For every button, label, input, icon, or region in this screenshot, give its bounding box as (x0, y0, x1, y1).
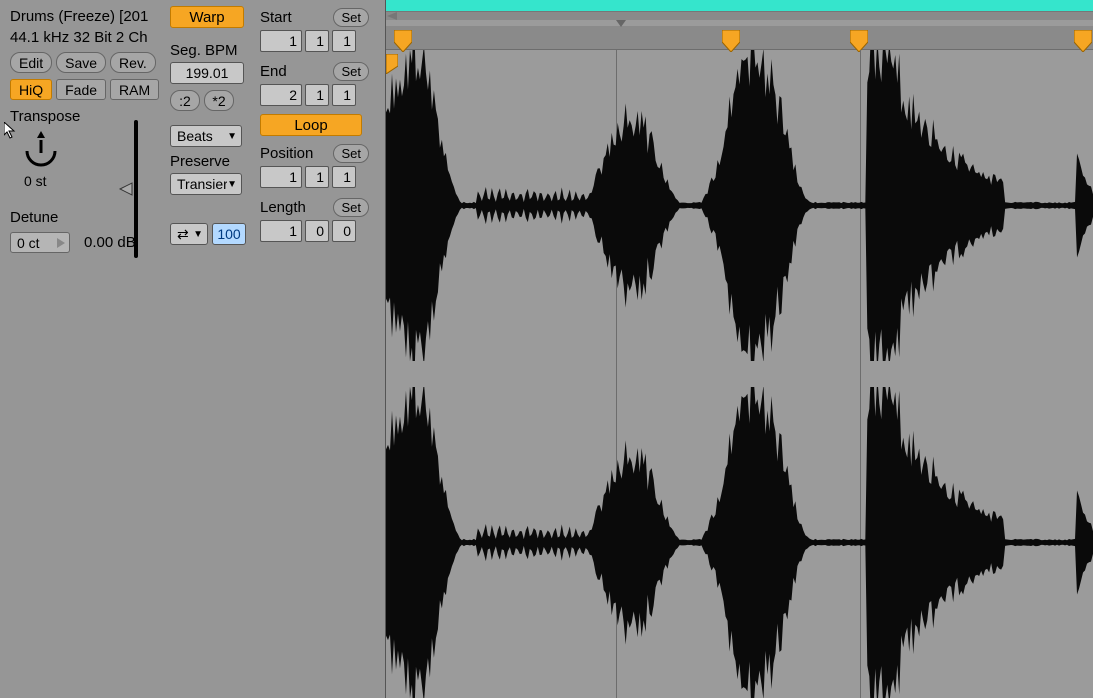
warp-marker-icon[interactable] (394, 30, 412, 52)
dropdown-triangle-icon: ▼ (227, 179, 237, 190)
warp-mode-value: Beats (177, 128, 213, 144)
end-sixteenths[interactable]: 1 (332, 84, 356, 106)
bpm-double-button[interactable]: *2 (204, 90, 234, 111)
warp-mode-dropdown[interactable]: Beats ▼ (170, 125, 242, 147)
seg-bpm-value[interactable]: 199.01 (170, 62, 244, 84)
gain-track (134, 120, 138, 258)
start-bars[interactable]: 1 (260, 30, 302, 52)
loop-arrows-icon: ⇄ (177, 226, 189, 243)
waveform-right-channel (386, 387, 1093, 698)
grain-value[interactable]: 100 (212, 223, 246, 245)
detune-spinner-icon (57, 238, 65, 248)
ram-button[interactable]: RAM (110, 79, 159, 100)
seg-bpm-label: Seg. BPM (170, 42, 256, 59)
audio-format: 44.1 kHz 32 Bit 2 Ch (10, 27, 162, 52)
end-beats[interactable]: 1 (305, 84, 329, 106)
waveform-canvas[interactable] (386, 50, 1093, 698)
waveform-display[interactable] (385, 0, 1093, 698)
length-set-button[interactable]: Set (333, 198, 369, 217)
preserve-label: Preserve (170, 153, 256, 170)
waveform-left-channel (386, 50, 1093, 361)
dropdown-triangle-icon: ▼ (227, 131, 237, 142)
start-beats[interactable]: 1 (305, 30, 329, 52)
start-set-button[interactable]: Set (333, 8, 369, 27)
preserve-value: Transier (177, 176, 227, 192)
dropdown-triangle-icon: ▼ (193, 229, 203, 240)
position-set-button[interactable]: Set (333, 144, 369, 163)
position-sixteenths[interactable]: 1 (332, 166, 356, 188)
clip-title[interactable]: Drums (Freeze) [201 (10, 6, 162, 27)
preserve-dropdown[interactable]: Transier ▼ (170, 173, 242, 195)
detune-value[interactable]: 0 ct (10, 232, 70, 253)
position-bars[interactable]: 1 (260, 166, 302, 188)
beat-ruler[interactable] (386, 12, 1093, 20)
loop-button[interactable]: Loop (260, 114, 362, 136)
detune-value-text: 0 ct (17, 235, 40, 251)
warp-marker-icon[interactable] (850, 30, 868, 52)
ruler-arrow-icon (386, 12, 398, 20)
gain-thumb-icon[interactable] (119, 182, 133, 196)
end-label: End (260, 63, 287, 80)
warp-button[interactable]: Warp (170, 6, 244, 28)
warp-marker-icon[interactable] (1074, 30, 1092, 52)
bpm-half-button[interactable]: :2 (170, 90, 200, 111)
clip-properties-panel: Drums (Freeze) [201 44.1 kHz 32 Bit 2 Ch… (0, 0, 385, 698)
position-label: Position (260, 145, 313, 162)
start-label: Start (260, 9, 292, 26)
fade-button[interactable]: Fade (56, 79, 106, 100)
transient-caret-icon (616, 20, 626, 27)
grain-mode-dropdown[interactable]: ⇄ ▼ (170, 223, 208, 245)
length-bars[interactable]: 1 (260, 220, 302, 242)
gain-slider[interactable] (122, 120, 148, 258)
length-beats[interactable]: 0 (305, 220, 329, 242)
start-sixteenths[interactable]: 1 (332, 30, 356, 52)
position-beats[interactable]: 1 (305, 166, 329, 188)
end-set-button[interactable]: Set (333, 62, 369, 81)
length-label: Length (260, 199, 306, 216)
warp-marker-track[interactable] (386, 26, 1093, 50)
transpose-knob[interactable] (20, 131, 62, 173)
save-button[interactable]: Save (56, 52, 106, 73)
end-bars[interactable]: 2 (260, 84, 302, 106)
length-sixteenths[interactable]: 0 (332, 220, 356, 242)
warp-marker-icon[interactable] (722, 30, 740, 52)
mouse-cursor-icon (4, 122, 18, 143)
reverse-button[interactable]: Rev. (110, 52, 156, 73)
edit-button[interactable]: Edit (10, 52, 52, 73)
loop-brace[interactable] (386, 0, 1093, 12)
hiq-button[interactable]: HiQ (10, 79, 52, 100)
